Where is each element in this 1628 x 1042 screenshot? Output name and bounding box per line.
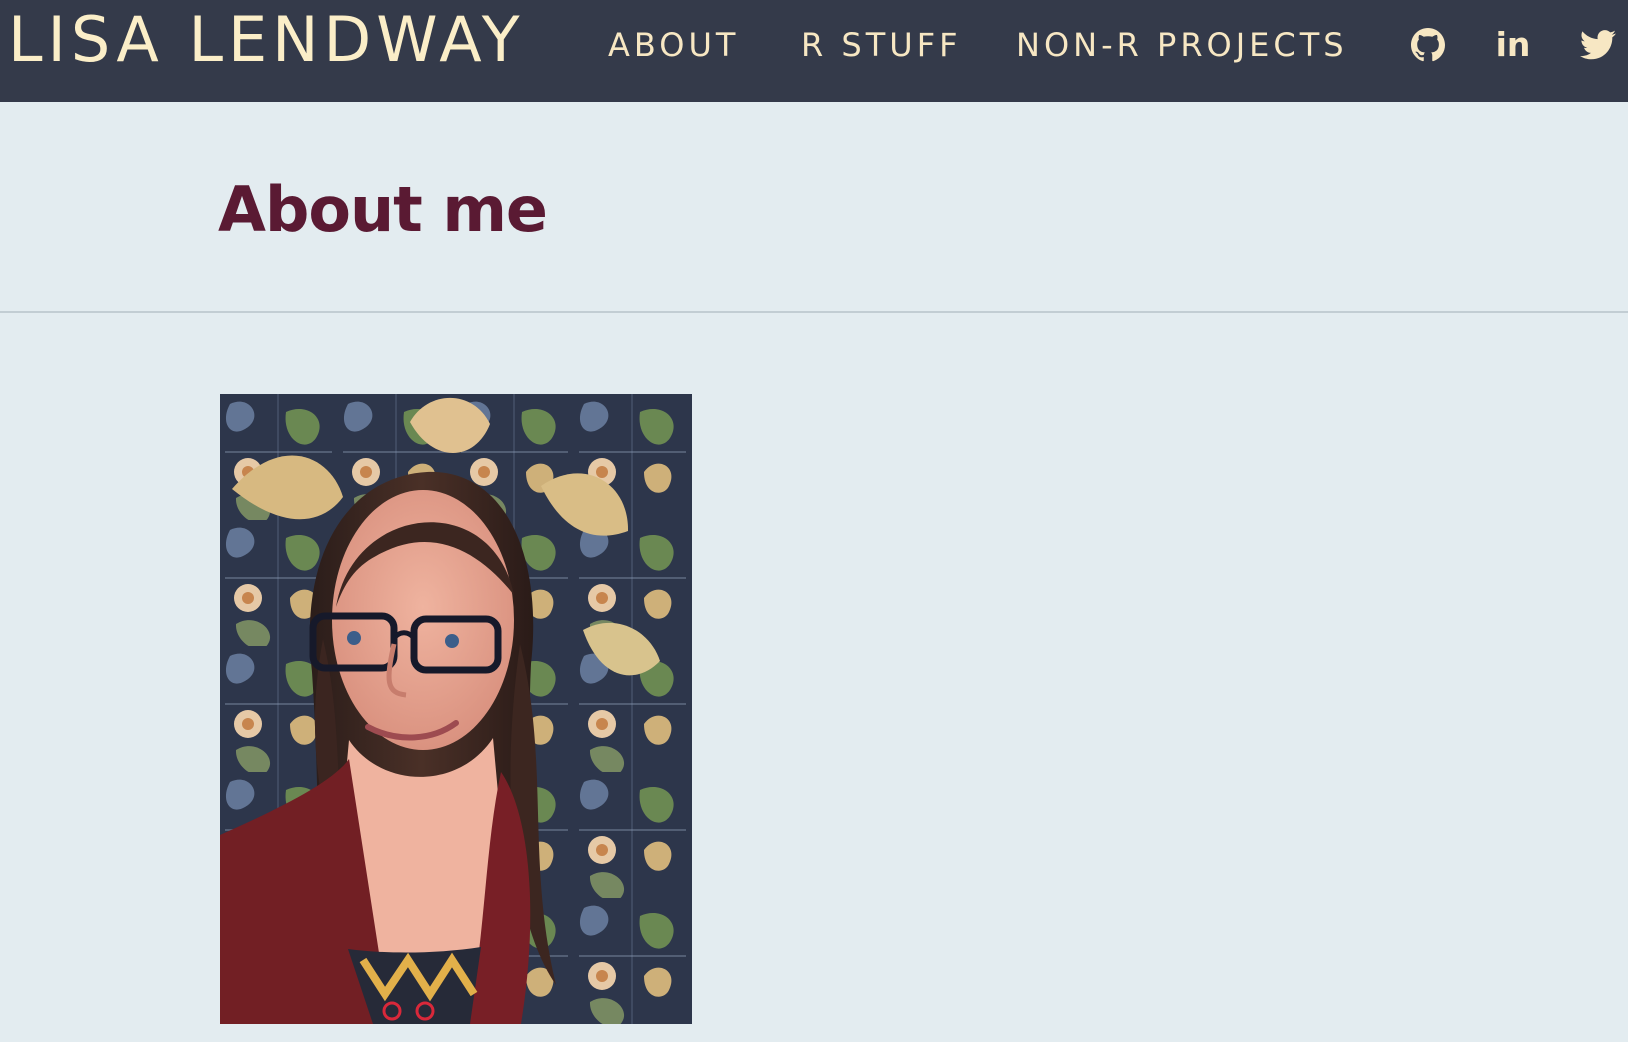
site-brand-link[interactable]: LISA LENDWAY: [8, 2, 525, 78]
github-icon[interactable]: [1408, 25, 1448, 65]
linkedin-glyph: in: [1495, 25, 1531, 64]
twitter-icon-graphic: [1580, 30, 1616, 60]
site-navbar: LISA LENDWAY ABOUT R STUFF NON-R PROJECT…: [0, 0, 1628, 102]
nav-r-stuff-link[interactable]: R STUFF: [801, 22, 962, 68]
linkedin-icon[interactable]: in: [1493, 25, 1533, 65]
github-icon-graphic: [1411, 28, 1445, 62]
title-divider: [0, 311, 1628, 313]
page-title: About me: [218, 173, 548, 246]
profile-photo-illustration: [220, 394, 692, 1024]
nav-non-r-projects-link[interactable]: NON-R PROJECTS: [1016, 22, 1348, 68]
profile-photo: [220, 394, 692, 1024]
nav-about-link[interactable]: ABOUT: [608, 22, 739, 68]
twitter-icon[interactable]: [1578, 25, 1618, 65]
